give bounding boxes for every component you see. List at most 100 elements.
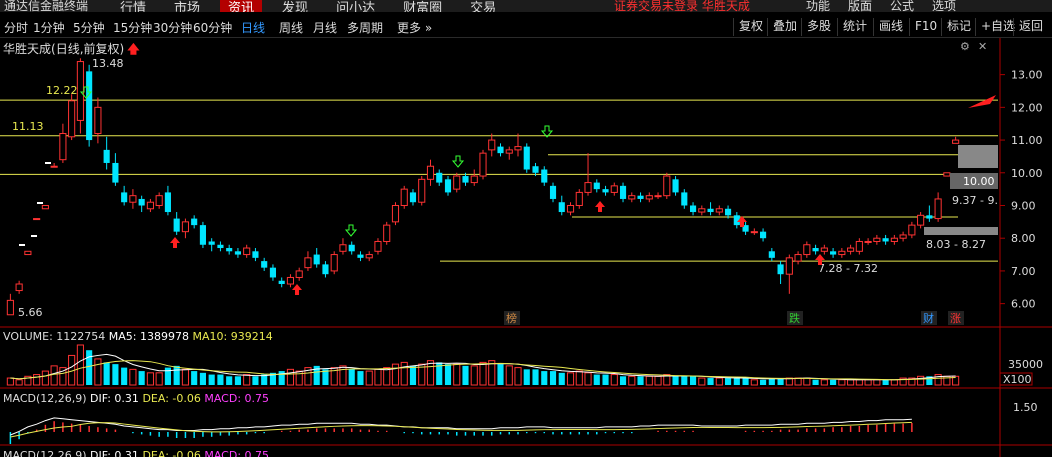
menu-item-4[interactable]: 问小达 (336, 0, 375, 12)
right-menu-item-1[interactable]: 版面 (848, 0, 872, 12)
toolbar-button-1[interactable]: 叠加 (767, 18, 797, 36)
candle-body-up (794, 254, 802, 262)
candle-body-down (497, 146, 504, 154)
toolbar-button-6[interactable]: 标记 (941, 18, 971, 36)
menu-item-5[interactable]: 财富圈 (403, 0, 442, 12)
timeframe-tab-9[interactable]: 多周期 (347, 19, 383, 36)
candle-body-up (488, 139, 496, 151)
login-status[interactable]: 证券交易未登录 华胜天成 (614, 0, 750, 12)
volume-bar-down (112, 364, 119, 385)
volume-bar-down (760, 379, 767, 385)
candle-body-up (50, 165, 58, 168)
right-menu-item-0[interactable]: 功能 (806, 0, 830, 12)
candle-body-down (830, 251, 837, 255)
candle-body-up (374, 240, 382, 252)
volume-unit-label: X100 (1003, 373, 1032, 386)
volume-bar-up (391, 363, 400, 386)
volume-bar-up (286, 368, 295, 386)
candle-body-up (400, 188, 408, 206)
candle-body-up (514, 146, 522, 151)
macd2-value: MACD: 0.75 (204, 449, 270, 457)
timeframe-tab-0[interactable]: 分时 (4, 19, 28, 36)
menu-item-1[interactable]: 市场 (174, 0, 200, 12)
timeframe-tab-8[interactable]: 月线 (313, 19, 337, 36)
menu-item-2[interactable]: 资讯 (220, 0, 263, 12)
volume-bar-up (847, 379, 855, 386)
dif2-value: DIF: 0.31 (90, 449, 139, 457)
volume-bar-up (41, 370, 49, 386)
candle-body-up (146, 201, 154, 210)
volume-bar-up (820, 379, 828, 386)
range-937-label: 9.37 - 9. (952, 194, 998, 207)
volume-bar-down (208, 374, 215, 385)
toolbar-button-8[interactable]: 返回 (1013, 18, 1043, 36)
candle-body-up (15, 283, 23, 292)
candle-body-down (523, 146, 530, 170)
right-menu-item-2[interactable]: 公式 (890, 0, 914, 12)
candle-body-up (899, 234, 907, 239)
candle-body-up (505, 149, 513, 154)
volume-bar-down (234, 376, 241, 385)
candle-body-up (785, 257, 793, 275)
timeframe-tab-7[interactable]: 周线 (279, 19, 303, 36)
candle-body-up (94, 106, 102, 135)
candle-body-up (41, 204, 49, 210)
candle-body-up (628, 195, 636, 200)
volume-bar-down (725, 378, 732, 385)
volume-bar-up (890, 379, 898, 386)
candle-body-down (208, 241, 215, 245)
volume-bar-up (426, 360, 435, 386)
toolbar-button-3[interactable]: 统计 (837, 18, 867, 36)
menu-item-6[interactable]: 交易 (470, 0, 496, 12)
candle-body-down (444, 179, 452, 193)
candle-body-up (304, 257, 312, 269)
candle-body-up (24, 250, 32, 256)
candle-body-up (453, 175, 461, 190)
volume-bar-down (549, 371, 557, 385)
volume-bar-up (365, 370, 373, 386)
candle-body-up (952, 139, 960, 144)
event-marker-cai: 财 (923, 311, 934, 325)
candle-body-down (462, 176, 469, 183)
toolbar-button-0[interactable]: 复权 (733, 18, 763, 36)
volume-bar-down (217, 374, 224, 385)
candle-body-down (549, 185, 557, 199)
toolbar-button-4[interactable]: 画线 (873, 18, 903, 36)
volume-bar-down (619, 376, 627, 385)
timeframe-tab-1[interactable]: 1分钟 (33, 19, 65, 36)
volume-bar-up (873, 379, 881, 386)
candle-body-up (838, 250, 846, 256)
candle-body-down (278, 280, 285, 285)
timeframe-tab-2[interactable]: 5分钟 (73, 19, 105, 36)
volume-bar-down (444, 364, 452, 385)
volume-bar-down (733, 378, 740, 385)
candle-body-down (593, 182, 600, 190)
volume-bar-up (917, 375, 925, 386)
candle-body-down (252, 251, 259, 258)
timeframe-tab-3[interactable]: 15分钟 (113, 19, 152, 36)
timeframe-tab-4[interactable]: 30分钟 (153, 19, 192, 36)
candle-body-up (584, 182, 592, 193)
volume-bar-down (523, 369, 530, 385)
timeframe-tab-6[interactable]: 日线 (241, 19, 265, 36)
volume-bar-up (584, 372, 592, 386)
event-marker-die: 跌 (789, 311, 800, 325)
timeframe-tab-5[interactable]: 60分钟 (193, 19, 232, 36)
menu-item-0[interactable]: 行情 (120, 0, 146, 12)
toolbar-button-7[interactable]: +自选 (975, 18, 1015, 36)
menu-item-3[interactable]: 发现 (282, 0, 308, 12)
candle-body-down (602, 189, 609, 193)
candle-body-down (882, 238, 889, 242)
candle-body-up (934, 198, 942, 220)
trend-arrow-icon (968, 95, 996, 108)
toolbar-button-2[interactable]: 多股 (801, 18, 831, 36)
volume-bar-down (672, 376, 679, 385)
candle-body-down (619, 185, 627, 199)
volume-bar-up (243, 374, 251, 386)
timeframe-tab-10[interactable]: 更多 » (397, 19, 432, 36)
toolbar-button-5[interactable]: F10 (909, 18, 937, 36)
right-menu-item-3[interactable]: 选项 (932, 0, 956, 12)
volume-bar-down (637, 376, 644, 385)
candle-body-down (234, 251, 241, 255)
volume-bar-down (173, 365, 180, 385)
